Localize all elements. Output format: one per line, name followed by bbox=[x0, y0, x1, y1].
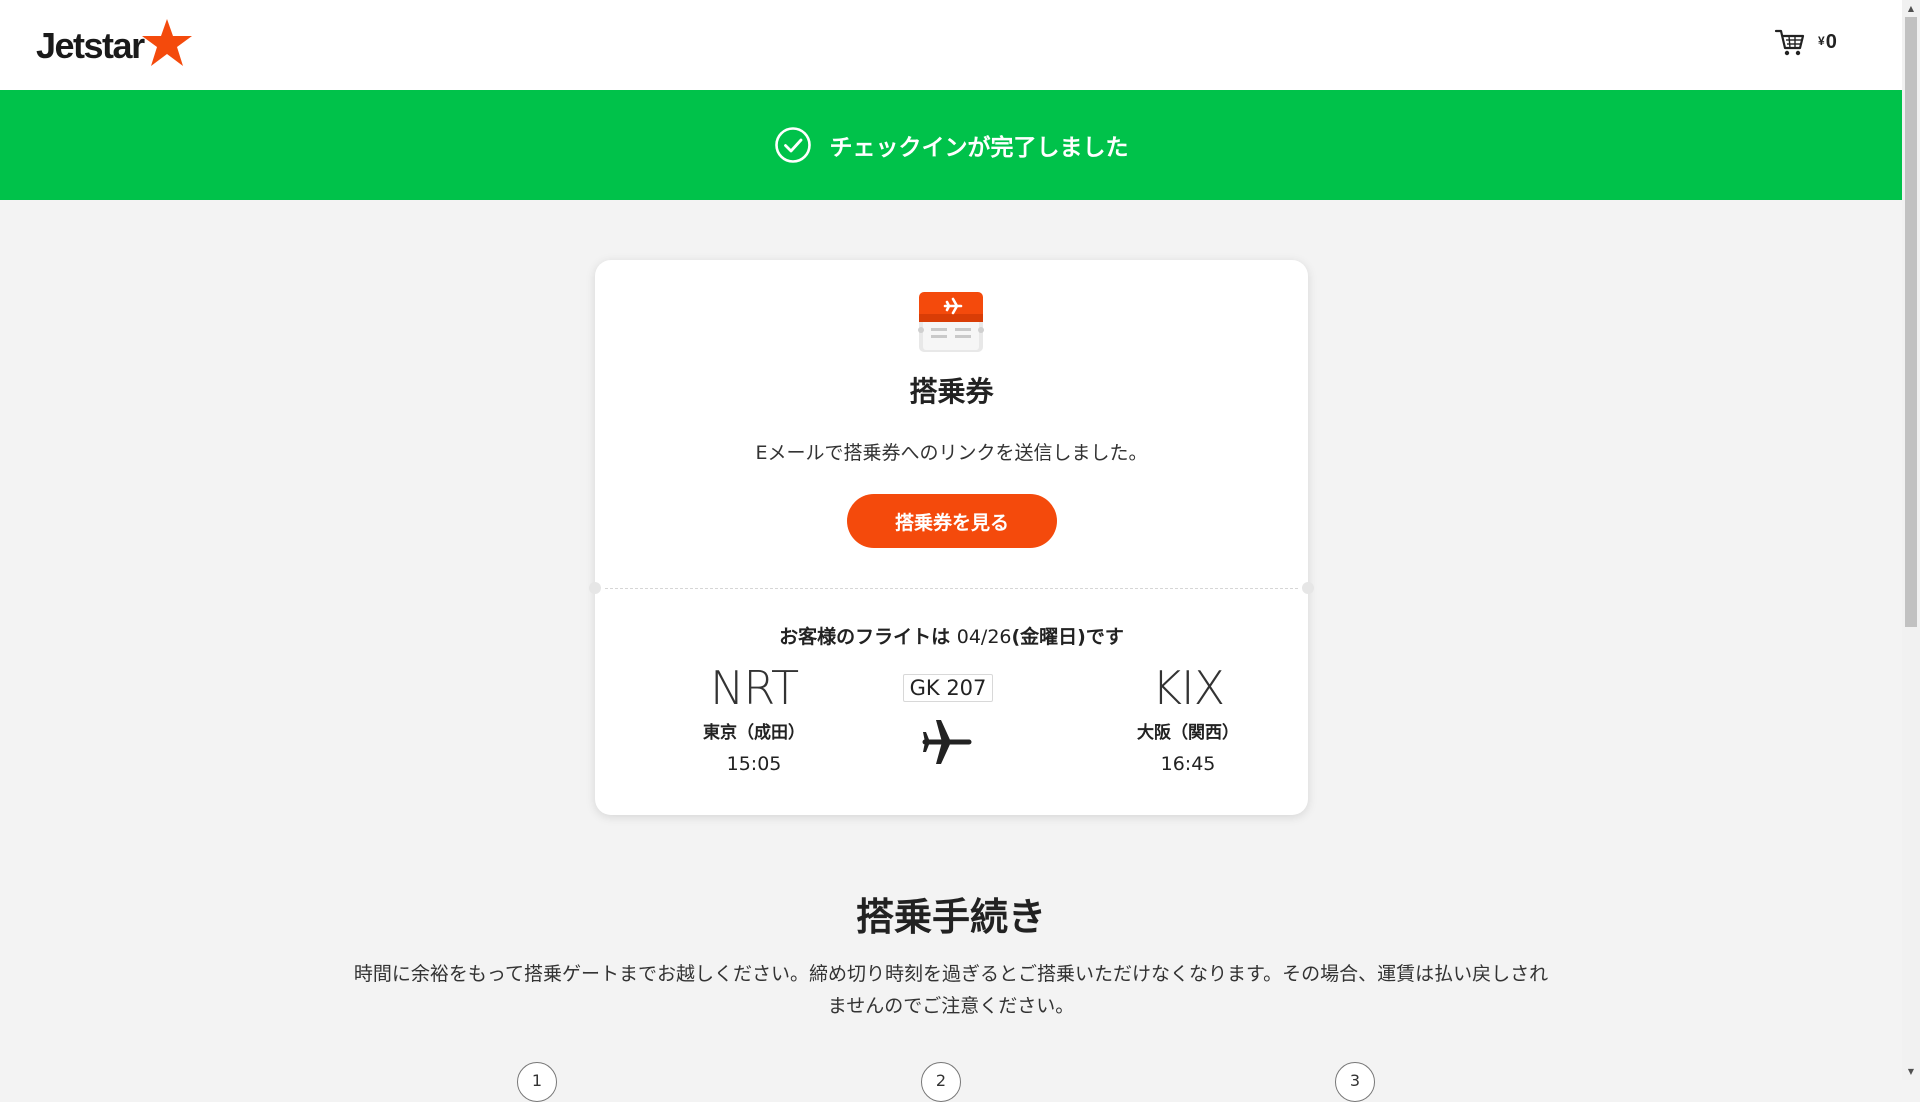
boarding-pass-card: 搭乗券 Eメールで搭乗券へのリンクを送信しました。 搭乗券を見る お客様のフライ… bbox=[589, 260, 1314, 815]
flight-date-line: お客様のフライトは 04/26(金曜日)です bbox=[595, 622, 1308, 649]
boarding-pass-icon bbox=[918, 292, 984, 352]
boarding-pass-title: 搭乗券 bbox=[909, 375, 994, 408]
destination-airport: KIX 大阪（関西） 16:45 bbox=[1108, 660, 1268, 775]
cart-button[interactable]: ¥0 bbox=[1774, 26, 1837, 58]
procedures-description: 時間に余裕をもって搭乗ゲートまでお越しください。締め切り時刻を過ぎるとご搭乗いた… bbox=[353, 963, 1549, 1017]
star-icon bbox=[141, 19, 192, 66]
scrollbar-thumb[interactable] bbox=[1905, 17, 1917, 627]
flight-date: 04/26 bbox=[956, 626, 1012, 648]
departure-time: 15:05 bbox=[726, 753, 782, 775]
jetstar-logo[interactable]: Jetstar bbox=[36, 19, 194, 72]
destination-code: KIX bbox=[1151, 661, 1225, 715]
page-scrollbar[interactable]: ▲ ▼ bbox=[1902, 0, 1920, 1080]
email-sent-message: Eメールで搭乗券へのリンクを送信しました。 bbox=[755, 442, 1148, 464]
ticket-notch-right bbox=[1302, 582, 1314, 594]
flight-number: GK 207 bbox=[903, 674, 993, 702]
cart-icon bbox=[1774, 29, 1805, 56]
destination-city: 大阪（関西） bbox=[1137, 723, 1239, 743]
ticket-divider bbox=[605, 588, 1298, 589]
flight-day: (金曜日) bbox=[1011, 626, 1086, 648]
ticket-notch-left bbox=[589, 582, 601, 594]
step-3-badge: 3 bbox=[1335, 1062, 1375, 1102]
banner-message: チェックインが完了しました bbox=[829, 135, 1129, 161]
origin-city: 東京（成田） bbox=[703, 723, 805, 743]
check-circle-icon bbox=[774, 127, 811, 163]
procedures-title: 搭乗手続き bbox=[855, 895, 1046, 939]
cart-currency: ¥ bbox=[1818, 33, 1825, 48]
checkin-complete-banner: チェックインが完了しました bbox=[0, 90, 1902, 200]
scroll-down-arrow-icon[interactable]: ▼ bbox=[1902, 1063, 1920, 1080]
flight-date-prefix: お客様のフライトは bbox=[779, 626, 951, 648]
step-2-badge: 2 bbox=[921, 1062, 961, 1102]
scroll-up-arrow-icon[interactable]: ▲ bbox=[1902, 0, 1920, 17]
flight-date-suffix: です bbox=[1085, 626, 1124, 648]
header: Jetstar ¥0 bbox=[0, 0, 1902, 91]
cart-amount: 0 bbox=[1825, 30, 1837, 53]
logo-text: Jetstar bbox=[36, 25, 145, 66]
arrival-time: 16:45 bbox=[1160, 753, 1216, 775]
view-boarding-pass-button[interactable]: 搭乗券を見る bbox=[847, 494, 1057, 548]
origin-code: NRT bbox=[709, 661, 799, 715]
origin-airport: NRT 東京（成田） 15:05 bbox=[674, 660, 834, 775]
cart-total: ¥0 bbox=[1818, 31, 1837, 54]
boarding-pass-section: 搭乗券 Eメールで搭乗券へのリンクを送信しました。 搭乗券を見る bbox=[595, 260, 1308, 588]
airplane-icon bbox=[922, 720, 972, 764]
step-1-badge: 1 bbox=[517, 1062, 557, 1102]
